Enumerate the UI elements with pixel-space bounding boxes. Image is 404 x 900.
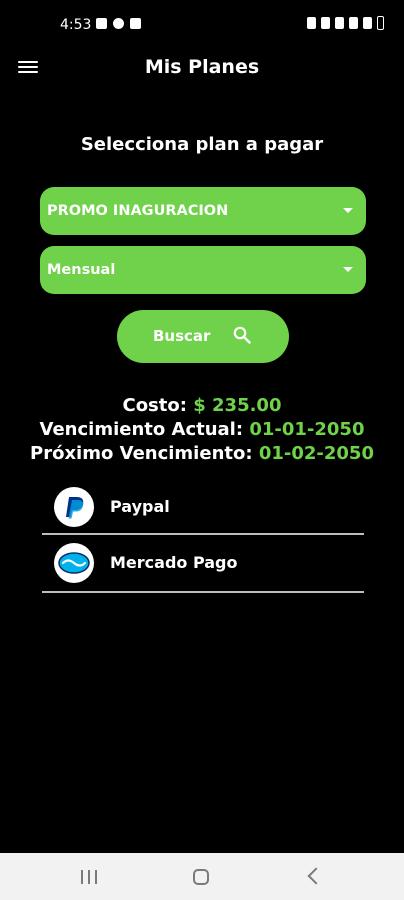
period-select[interactable]: Mensual [40,246,366,294]
plan-select[interactable]: PROMO INAGURACION [40,187,366,235]
plan-select-value: PROMO INAGURACION [47,203,229,219]
period-select-value: Mensual [47,262,116,278]
search-icon [233,326,251,344]
app-notification-icon [113,18,124,29]
wifi-icon [349,17,358,29]
back-icon[interactable] [307,867,325,885]
divider [42,591,364,593]
status-system-icons [307,16,384,30]
page-title: Mis Planes [144,56,260,78]
status-notification-icons [96,18,141,29]
app-bar: Mis Planes [0,48,404,88]
next-expiry-row: Próximo Vencimiento: 01-02-2050 [0,442,404,466]
current-expiry-label: Vencimiento Actual: [39,419,244,440]
dropdown-arrow-icon [343,208,353,213]
alarm-icon [321,17,330,29]
current-expiry-value: 01-01-2050 [249,419,365,440]
recent-apps-icon[interactable] [81,870,97,884]
cost-row: Costo: $ 235.00 [0,394,404,418]
mercado-pago-icon [54,543,94,583]
payment-method-name: Paypal [110,497,170,516]
battery-icon [377,16,384,30]
payment-method-name: Mercado Pago [110,553,238,572]
search-button[interactable]: Buscar [117,310,289,363]
cost-label: Costo: [122,395,187,416]
home-icon[interactable] [193,869,209,885]
vibrate-icon [335,17,344,29]
cost-value: $ 235.00 [193,395,282,416]
system-navigation-bar [0,853,404,900]
payment-method-paypal[interactable]: Paypal [42,479,364,535]
current-expiry-row: Vencimiento Actual: 01-01-2050 [0,418,404,442]
status-bar: 4:53 [0,0,404,50]
next-expiry-label: Próximo Vencimiento: [30,443,253,464]
gallery-notification-icon [96,18,107,29]
paypal-icon [54,487,94,527]
payment-method-mercado-pago[interactable]: Mercado Pago [42,535,364,591]
signal-icon [363,17,372,29]
folder-notification-icon [130,18,141,29]
next-expiry-value: 01-02-2050 [258,443,374,464]
section-heading: Selecciona plan a pagar [80,134,324,155]
search-button-label: Buscar [153,327,211,345]
status-time: 4:53 [60,17,92,33]
lock-icon [307,17,316,29]
dropdown-arrow-icon [343,267,353,272]
